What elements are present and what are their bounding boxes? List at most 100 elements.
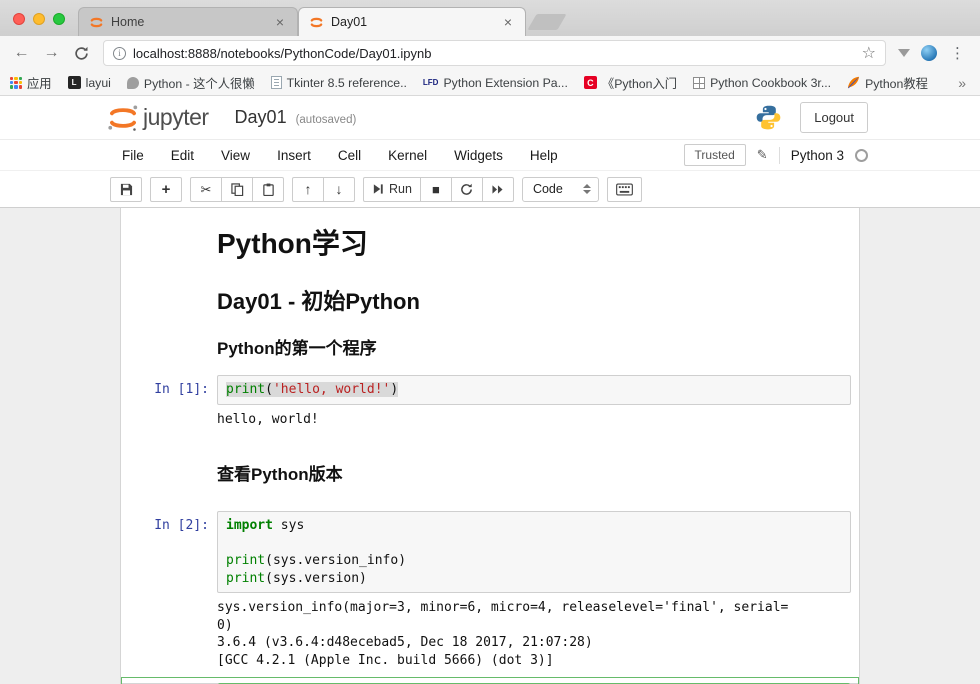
menu-insert[interactable]: Insert bbox=[277, 148, 311, 163]
bird-icon bbox=[127, 77, 139, 89]
bookmark-label: 《Python入门 bbox=[602, 74, 677, 92]
stop-button[interactable]: ■ bbox=[420, 177, 452, 202]
bookmark-cookbook[interactable]: Python Cookbook 3r... bbox=[693, 76, 831, 90]
bookmark-label: Python Cookbook 3r... bbox=[710, 76, 831, 90]
close-tab-icon[interactable]: × bbox=[273, 14, 287, 30]
paste-cell-button[interactable] bbox=[252, 177, 284, 202]
back-icon[interactable]: ← bbox=[8, 40, 35, 67]
code-token: print bbox=[226, 382, 265, 397]
restart-run-all-button[interactable] bbox=[482, 177, 514, 202]
trusted-badge[interactable]: Trusted bbox=[684, 144, 746, 166]
code-cell-1[interactable]: In [1]: print('hello, world!') hello, wo… bbox=[121, 369, 859, 432]
heading-day01: Day01 - 初始Python bbox=[217, 284, 851, 316]
bookmark-label: Tkinter 8.5 reference.. bbox=[287, 76, 407, 90]
close-window-button[interactable] bbox=[13, 13, 25, 25]
bookmark-python-blog[interactable]: Python - 这个人很懒 bbox=[127, 74, 255, 92]
code-token: import bbox=[226, 518, 273, 533]
cell-output-line: sys.version_info(major=3, minor=6, micro… bbox=[217, 599, 851, 617]
code-token: print bbox=[226, 571, 265, 586]
output-prompt bbox=[121, 411, 217, 429]
bookmarks-bar: 应用 L layui Python - 这个人很懒 Tkinter 8.5 re… bbox=[0, 70, 980, 96]
arrow-up-icon: ↑ bbox=[305, 182, 312, 196]
copy-cell-button[interactable] bbox=[221, 177, 253, 202]
apps-grid-icon bbox=[10, 77, 22, 89]
bookmark-python-intro[interactable]: C 《Python入门 bbox=[584, 74, 677, 92]
markdown-cell-first-program[interactable]: Python的第一个程序 bbox=[121, 328, 859, 369]
address-bar[interactable]: i localhost:8888/notebooks/PythonCode/Da… bbox=[103, 40, 886, 66]
minimize-window-button[interactable] bbox=[33, 13, 45, 25]
markdown-cell-version[interactable]: 查看Python版本 bbox=[121, 432, 859, 505]
cell-output-line: [GCC 4.2.1 (Apple Inc. build 5666) (dot … bbox=[217, 652, 851, 670]
bookmark-label: layui bbox=[86, 76, 111, 90]
browser-menu-icon[interactable]: ⋮ bbox=[944, 44, 972, 62]
bookmark-layui[interactable]: L layui bbox=[68, 76, 111, 90]
jupyter-favicon-icon bbox=[309, 15, 324, 30]
bookmark-python-extension[interactable]: LFD Python Extension Pa... bbox=[423, 76, 568, 90]
notebook-menubar: File Edit View Insert Cell Kernel Widget… bbox=[0, 140, 980, 171]
python-logo-icon bbox=[755, 104, 782, 131]
move-cell-down-button[interactable]: ↓ bbox=[323, 177, 355, 202]
jupyter-header: jupyter Day01 (autosaved) Logout bbox=[0, 96, 980, 140]
bookmark-star-icon[interactable]: ☆ bbox=[862, 43, 876, 63]
document-icon bbox=[271, 76, 282, 89]
input-prompt: In [2]: bbox=[121, 511, 217, 593]
code-token: (sys.version) bbox=[265, 571, 367, 586]
logout-button[interactable]: Logout bbox=[800, 102, 868, 133]
menu-widgets[interactable]: Widgets bbox=[454, 148, 503, 163]
csdn-icon: C bbox=[584, 76, 597, 89]
prompt-spacer bbox=[121, 332, 217, 365]
jupyter-logo[interactable]: jupyter bbox=[106, 101, 209, 135]
plus-icon: + bbox=[162, 182, 171, 197]
bookmark-apps[interactable]: 应用 bbox=[10, 74, 52, 92]
code-token: print bbox=[226, 553, 265, 568]
bookmark-tkinter[interactable]: Tkinter 8.5 reference.. bbox=[271, 76, 407, 90]
bookmark-python-tutorial[interactable]: Python教程 bbox=[847, 74, 928, 92]
kernel-status-icon bbox=[855, 149, 868, 162]
tab-home[interactable]: Home × bbox=[78, 7, 298, 36]
menu-file[interactable]: File bbox=[122, 148, 144, 163]
new-tab-button[interactable] bbox=[527, 14, 566, 30]
bookmarks-overflow-icon[interactable]: » bbox=[958, 75, 970, 91]
edit-pencil-icon[interactable]: ✎ bbox=[757, 147, 768, 163]
markdown-cell-day01[interactable]: Day01 - 初始Python bbox=[121, 278, 859, 328]
page-info-icon[interactable]: i bbox=[113, 47, 126, 60]
notebook-scroll-area[interactable]: Python学习 Day01 - 初始Python Python的第一个程序 I… bbox=[0, 208, 980, 684]
browser-window: Home × Day01 × ← → i localhost:8888/note… bbox=[0, 0, 980, 684]
clipboard-icon bbox=[262, 183, 275, 196]
menu-view[interactable]: View bbox=[221, 148, 250, 163]
command-palette-button[interactable] bbox=[607, 177, 642, 202]
url-input[interactable]: localhost:8888/notebooks/PythonCode/Day0… bbox=[133, 46, 432, 61]
notebook-title[interactable]: Day01 bbox=[235, 107, 287, 128]
move-cell-up-button[interactable]: ↑ bbox=[292, 177, 324, 202]
cut-cell-button[interactable]: ✂ bbox=[190, 177, 222, 202]
bookmark-label: Python - 这个人很懒 bbox=[144, 74, 255, 92]
jupyter-orbit-icon bbox=[106, 101, 140, 135]
run-button[interactable]: Run bbox=[363, 177, 421, 202]
download-triangle-icon[interactable] bbox=[898, 49, 910, 57]
browser-tabs: Home × Day01 × bbox=[78, 7, 562, 36]
cell-type-select[interactable]: Code bbox=[522, 177, 599, 202]
heading-check-version: 查看Python版本 bbox=[217, 460, 851, 485]
menu-kernel[interactable]: Kernel bbox=[388, 148, 427, 163]
cell-output-line: 3.6.4 (v3.6.4:d48ecebad5, Dec 18 2017, 2… bbox=[217, 634, 851, 652]
tab-title: Home bbox=[111, 15, 266, 29]
add-cell-button[interactable]: + bbox=[150, 177, 182, 202]
tab-day01[interactable]: Day01 × bbox=[298, 7, 526, 36]
save-button[interactable] bbox=[110, 177, 142, 202]
code-editor[interactable]: import sys print(sys.version_info) print… bbox=[217, 511, 851, 593]
markdown-cell-title[interactable]: Python学习 bbox=[121, 218, 859, 278]
code-editor[interactable]: print('hello, world!') bbox=[217, 375, 851, 405]
extension-globe-icon[interactable] bbox=[921, 45, 937, 61]
restart-kernel-button[interactable] bbox=[451, 177, 483, 202]
code-cell-2[interactable]: In [2]: import sys print(sys.version_inf… bbox=[121, 505, 859, 673]
close-tab-icon[interactable]: × bbox=[501, 14, 515, 30]
code-cell-empty-selected[interactable]: In [ ]: bbox=[121, 677, 859, 684]
copy-icon bbox=[231, 183, 244, 196]
menu-cell[interactable]: Cell bbox=[338, 148, 361, 163]
menu-edit[interactable]: Edit bbox=[171, 148, 194, 163]
refresh-icon[interactable] bbox=[68, 40, 95, 67]
menu-help[interactable]: Help bbox=[530, 148, 558, 163]
zoom-window-button[interactable] bbox=[53, 13, 65, 25]
stop-square-icon: ■ bbox=[432, 183, 440, 196]
forward-icon[interactable]: → bbox=[38, 40, 65, 67]
